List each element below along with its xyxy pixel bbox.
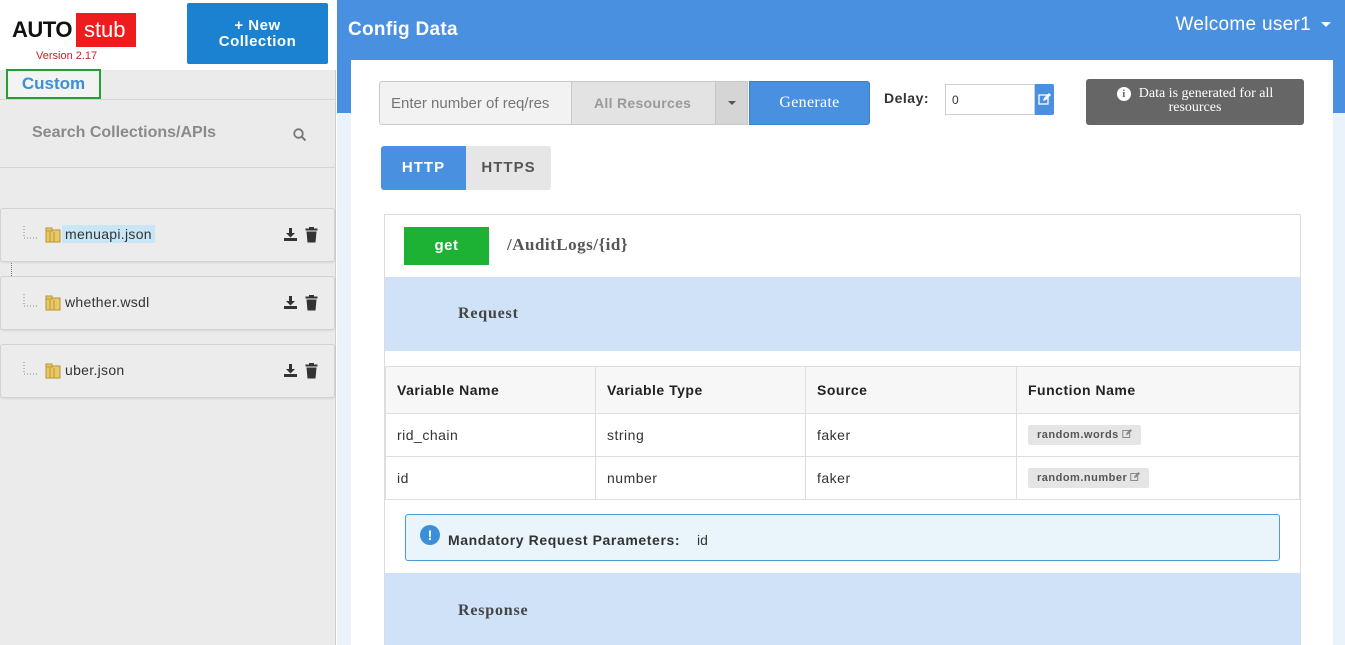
brand-area: AUTO stub Version 2.17 + New Collection: [0, 0, 336, 70]
new-collection-label-line2: Collection: [218, 32, 297, 50]
mandatory-params-alert: ! Mandatory Request Parameters: id: [405, 514, 1280, 561]
info-icon: i: [1116, 87, 1131, 101]
divider: [0, 99, 336, 100]
collection-name[interactable]: menuapi.json: [62, 225, 155, 243]
user-menu[interactable]: Welcome user1: [1175, 14, 1331, 36]
page-title: Config Data: [348, 19, 458, 40]
delay-edit-button[interactable]: [1035, 84, 1054, 115]
table-header-row: Variable Name Variable Type Source Funct…: [385, 366, 1300, 414]
generate-button[interactable]: Generate: [749, 81, 870, 125]
info-notice: i Data is generated for all resources: [1086, 79, 1304, 125]
method-badge[interactable]: get: [404, 227, 489, 265]
chevron-down-icon: [1321, 22, 1331, 28]
api-path: /AuditLogs/{id}: [507, 235, 629, 254]
logo-stub-text: stub: [75, 13, 136, 47]
autostub-logo[interactable]: AUTO stub: [12, 13, 136, 47]
info-text-line2: resources: [1168, 100, 1222, 115]
variable-source: faker: [805, 413, 1017, 457]
dropdown-toggle[interactable]: [715, 82, 747, 124]
edit-icon[interactable]: [1122, 429, 1132, 439]
function-tag[interactable]: random.words: [1028, 425, 1141, 445]
folder-icon: [45, 227, 61, 243]
variable-name: rid_chain: [385, 413, 596, 457]
caret-down-icon: [728, 101, 736, 105]
sidebar: AUTO stub Version 2.17 + New Collection …: [0, 0, 336, 645]
info-text-line1: Data is generated for all: [1138, 86, 1274, 101]
app-root: AUTO stub Version 2.17 + New Collection …: [0, 0, 1345, 645]
column-header: Variable Name: [385, 366, 596, 414]
logo-auto-text: AUTO: [12, 17, 72, 42]
new-collection-button[interactable]: + New Collection: [187, 3, 328, 64]
collection-search[interactable]: Search Collections/APIs: [0, 110, 336, 168]
trash-icon[interactable]: [305, 295, 318, 311]
download-icon[interactable]: [283, 227, 298, 242]
function-name: random.number: [1037, 472, 1128, 484]
variable-name: id: [385, 456, 596, 500]
edit-icon: [1038, 93, 1051, 105]
welcome-text: Welcome user1: [1175, 14, 1311, 35]
column-header: Source: [805, 366, 1017, 414]
resource-select-value: All Resources: [594, 95, 692, 111]
table-row: id number faker random.number: [385, 456, 1300, 500]
folder-icon: [45, 363, 61, 379]
trash-icon[interactable]: [305, 363, 318, 379]
download-icon[interactable]: [283, 295, 298, 310]
function-cell: random.number: [1016, 456, 1300, 500]
collection-item[interactable]: uber.json: [0, 344, 335, 398]
variable-type: number: [595, 456, 806, 500]
collection-name[interactable]: uber.json: [65, 362, 125, 378]
folder-icon: [45, 295, 61, 311]
new-collection-label-line1: + New: [234, 16, 281, 34]
req-count-input[interactable]: [379, 81, 572, 125]
tree-branch-icon: [23, 226, 39, 239]
collection-name[interactable]: whether.wsdl: [65, 294, 150, 310]
exclamation-icon: !: [420, 525, 440, 545]
variables-table: Variable Name Variable Type Source Funct…: [385, 366, 1300, 500]
search-icon[interactable]: [292, 127, 308, 143]
request-title: Request: [458, 305, 519, 322]
table-row: rid_chain string faker random.words: [385, 413, 1300, 457]
function-tag[interactable]: random.number: [1028, 468, 1150, 488]
response-section-header[interactable]: Response: [385, 573, 1300, 645]
delay-label: Delay:: [884, 90, 930, 106]
resource-select[interactable]: All Resources: [571, 81, 748, 125]
version-label: Version 2.17: [36, 50, 98, 62]
collection-item[interactable]: menuapi.json: [0, 208, 335, 262]
mandatory-label: Mandatory Request Parameters:: [448, 532, 681, 548]
function-cell: random.words: [1016, 413, 1300, 457]
delay-input[interactable]: [945, 84, 1035, 115]
request-section-header[interactable]: Request: [385, 277, 1300, 351]
function-name: random.words: [1037, 429, 1119, 441]
tab-http[interactable]: HTTP: [381, 146, 466, 190]
column-header: Variable Type: [595, 366, 806, 414]
search-input[interactable]: Search Collections/APIs: [32, 124, 216, 142]
column-header: Function Name: [1016, 366, 1300, 414]
download-icon[interactable]: [283, 363, 298, 378]
tab-https[interactable]: HTTPS: [466, 146, 551, 190]
trash-icon[interactable]: [305, 227, 318, 243]
variable-source: faker: [805, 456, 1017, 500]
variable-type: string: [595, 413, 806, 457]
tree-branch-icon: [23, 294, 39, 307]
edit-icon[interactable]: [1130, 472, 1141, 482]
mandatory-value: id: [697, 532, 708, 548]
tab-custom[interactable]: Custom: [6, 69, 101, 99]
tree-branch-icon: [23, 362, 39, 375]
response-title: Response: [458, 602, 529, 619]
collection-item[interactable]: whether.wsdl: [0, 276, 335, 330]
